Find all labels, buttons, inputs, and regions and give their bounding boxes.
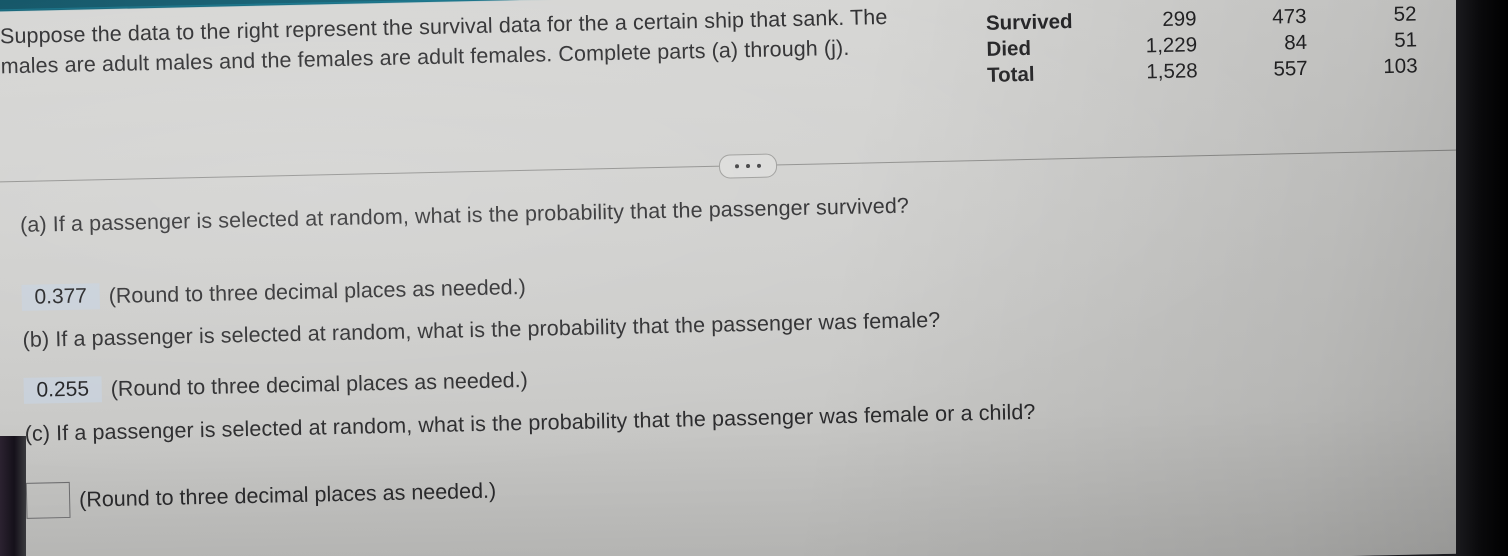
cell-died-male: 1,229: [1145, 33, 1198, 58]
problem-statement: Suppose the data to the right represent …: [0, 4, 888, 79]
rounding-hint-c: (Round to three decimal places as needed…: [78, 478, 497, 512]
question-part-a: (a) If a passenger is selected at random…: [19, 193, 910, 237]
rounding-hint-a: (Round to three decimal places as needed…: [108, 274, 526, 308]
cell-survived-male: 299: [1162, 7, 1197, 31]
answer-input-b[interactable]: 0.255: [23, 376, 103, 404]
ellipsis-more-icon[interactable]: [718, 153, 778, 179]
cell-survived-child: 52: [1393, 2, 1417, 26]
answer-row-a: 0.377 (Round to three decimal places as …: [21, 274, 526, 311]
cell-total-male: 1,528: [1146, 59, 1198, 84]
answer-row-b: 0.255 (Round to three decimal places as …: [23, 367, 528, 404]
row-label-survived: Survived: [985, 9, 1073, 35]
row-label-total: Total: [986, 62, 1035, 87]
answer-row-c: (Round to three decimal places as needed…: [25, 473, 497, 519]
answer-input-c[interactable]: [25, 481, 71, 519]
monitor-bezel-right: [1456, 0, 1508, 556]
question-part-b: (b) If a passenger is selected at random…: [22, 307, 941, 352]
ellipsis-dot: [734, 164, 740, 169]
cell-total-female: 557: [1273, 56, 1308, 81]
question-part-c: (c) If a passenger is selected at random…: [24, 399, 1036, 446]
row-label-died: Died: [986, 36, 1032, 61]
ellipsis-dot: [745, 164, 751, 169]
rounding-hint-b: (Round to three decimal places as needed…: [110, 367, 528, 401]
photographed-screen: Suppose the data to the right represent …: [0, 0, 1508, 556]
cell-died-female: 84: [1284, 30, 1308, 55]
cell-died-child: 51: [1393, 28, 1418, 52]
cell-total-child: 103: [1383, 54, 1418, 79]
ellipsis-dot: [756, 163, 762, 168]
survival-data-table: Male Female Child Total Survived 299 473…: [985, 0, 1508, 89]
application-screen: Suppose the data to the right represent …: [0, 0, 1508, 556]
answer-input-a[interactable]: 0.377: [21, 283, 100, 311]
cell-survived-female: 473: [1272, 4, 1307, 29]
monitor-bezel-bottom-left: [0, 436, 26, 556]
